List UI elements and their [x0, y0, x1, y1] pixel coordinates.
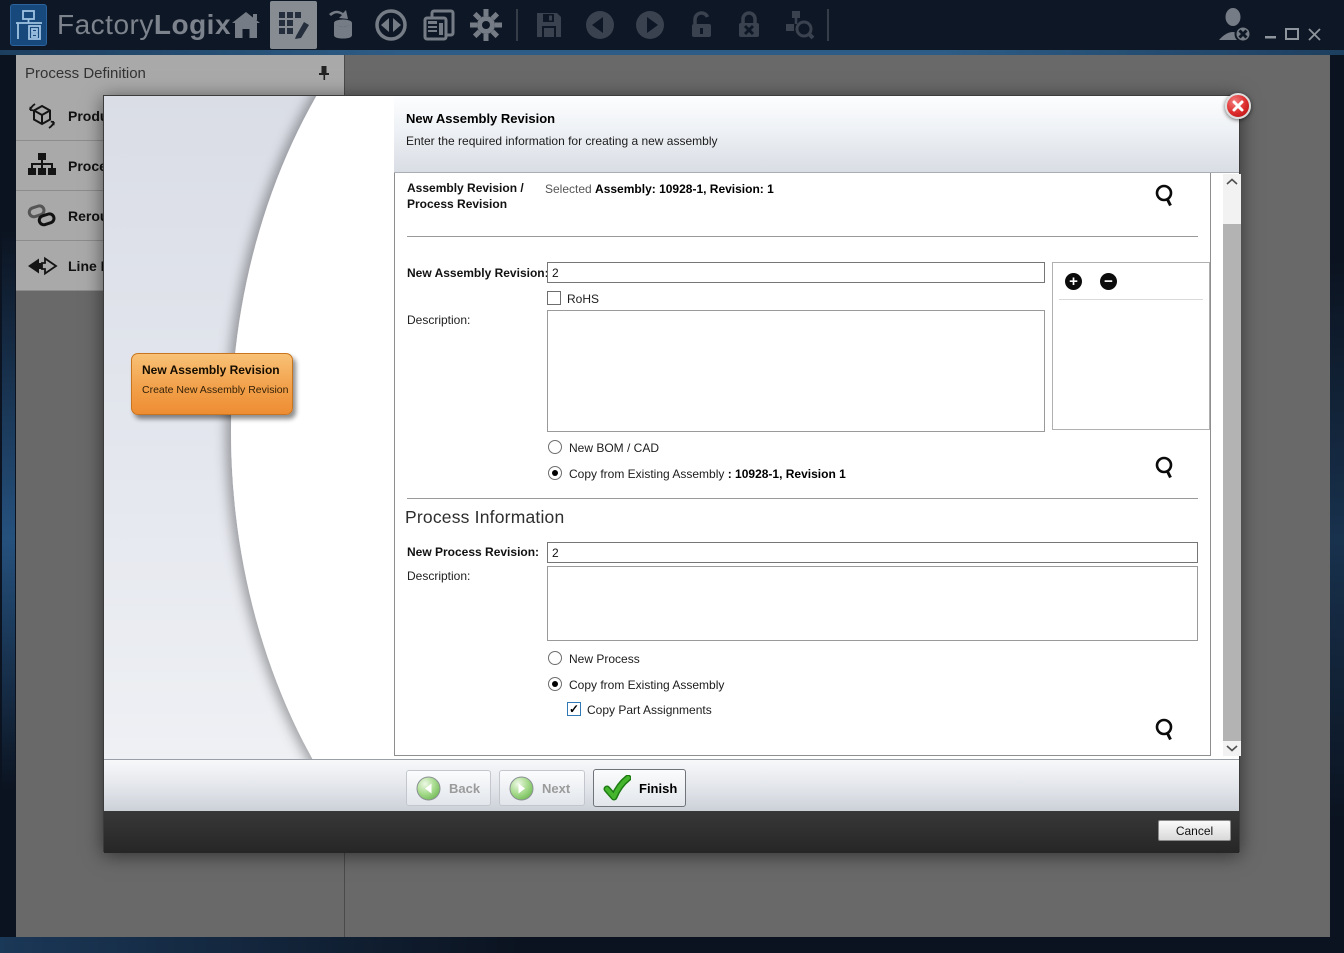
assembly-description-textarea[interactable] [547, 310, 1045, 432]
search-existing-assembly-icon[interactable] [1153, 455, 1179, 481]
toolbar-separator [516, 9, 518, 41]
audit-search-icon[interactable] [779, 8, 819, 42]
new-assembly-revision-input[interactable] [547, 262, 1045, 283]
selected-assembly-text: Selected Assembly: 10928-1, Revision: 1 [545, 182, 774, 196]
back-button-label: Back [449, 781, 480, 796]
new-process-label: New Process [569, 652, 640, 666]
copy-process-radio[interactable] [548, 677, 562, 691]
panel-title: Process Definition [25, 65, 146, 82]
description-label: Description: [407, 313, 470, 327]
finish-button-label: Finish [639, 781, 677, 796]
scroll-down-icon[interactable] [1226, 744, 1238, 752]
logoff-user-icon[interactable] [1212, 8, 1258, 42]
copy-value: : 10928-1, Revision 1 [728, 467, 846, 481]
close-x-icon [1232, 100, 1244, 112]
wizard-button-bar: Back Next Finish [104, 759, 1239, 811]
cancel-button-label: Cancel [1176, 824, 1213, 838]
process-description-textarea[interactable] [547, 566, 1198, 641]
copy-prefix: Copy from Existing Assembly [569, 467, 728, 481]
selected-prefix: Selected [545, 182, 595, 196]
window-edge-glow [2, 230, 15, 790]
dialog-form: Assembly Revision / Process Revision Sel… [394, 173, 1211, 756]
new-process-revision-label: New Process Revision: [407, 545, 539, 559]
close-window-button[interactable] [1305, 26, 1323, 42]
titlebar: FactoryLogix [0, 0, 1344, 50]
save-icon[interactable] [529, 8, 569, 42]
nav-transfer-icon[interactable] [371, 8, 411, 42]
curve-decoration [104, 96, 394, 759]
rohs-checkbox[interactable] [547, 291, 561, 305]
new-bom-cad-label: New BOM / CAD [569, 441, 659, 455]
assembly-revision-row-label-1: Assembly Revision / [407, 181, 524, 195]
dialog-footer: Cancel [104, 811, 1239, 853]
window-edge-glow [1330, 260, 1344, 820]
attachments-box: + − [1052, 262, 1210, 430]
copy-from-existing-assembly-radio[interactable] [548, 466, 562, 480]
new-process-revision-input[interactable] [547, 542, 1198, 563]
next-button-label: Next [542, 781, 570, 796]
workbench-icon [15, 9, 43, 41]
chain-link-icon [26, 200, 58, 232]
process-description-label: Description: [407, 569, 470, 583]
scroll-up-icon[interactable] [1226, 178, 1238, 186]
panel-header: Process Definition [16, 55, 344, 91]
divider [407, 236, 1198, 237]
nav-settings-gear-icon[interactable] [466, 8, 506, 42]
search-assembly-icon[interactable] [1153, 183, 1179, 209]
nav-material-icon[interactable] [322, 8, 362, 42]
dialog-close-button[interactable] [1225, 93, 1251, 119]
new-assembly-revision-dialog: New Assembly Revision Enter the required… [103, 95, 1240, 852]
next-button[interactable]: Next [499, 770, 585, 806]
toolbar-separator [827, 9, 829, 41]
minimize-button[interactable] [1262, 26, 1280, 42]
divider [407, 498, 1198, 499]
copy-process-label: Copy from Existing Assembly [569, 678, 724, 692]
product-icon [26, 100, 58, 132]
new-process-radio[interactable] [548, 651, 562, 665]
remove-icon[interactable]: − [1100, 273, 1117, 290]
nav-process-definition-icon[interactable] [273, 8, 313, 42]
wizard-step-subtitle: Create New Assembly Revision [142, 384, 292, 396]
copy-part-assignments-checkbox[interactable]: ✓ [567, 702, 581, 716]
copy-from-existing-assembly-label: Copy from Existing Assembly : 10928-1, R… [569, 467, 846, 481]
back-arrow-icon [416, 776, 441, 801]
search-process-icon[interactable] [1153, 717, 1179, 743]
lock-close-icon[interactable] [729, 8, 769, 42]
dialog-subtitle: Enter the required information for creat… [406, 134, 718, 148]
app-logo [10, 4, 47, 46]
process-information-heading: Process Information [405, 507, 564, 528]
window-edge-glow [0, 937, 520, 953]
assembly-revision-row-label-2: Process Revision [407, 197, 507, 211]
next-arrow-icon [509, 776, 534, 801]
maximize-button[interactable] [1283, 26, 1301, 42]
wizard-step-title: New Assembly Revision [142, 363, 292, 377]
wizard-side-pane: New Assembly Revision Create New Assembl… [104, 96, 394, 759]
form-scrollbar[interactable] [1223, 174, 1241, 756]
brand-factory: Factory [57, 9, 154, 41]
copy-part-assignments-label: Copy Part Assignments [587, 703, 712, 717]
undo-icon[interactable] [580, 8, 620, 42]
new-bom-cad-radio[interactable] [548, 440, 562, 454]
unlock-icon[interactable] [681, 8, 721, 42]
back-button[interactable]: Back [406, 770, 491, 806]
divider [1059, 299, 1203, 300]
selected-value: Assembly: 10928-1, Revision: 1 [595, 182, 774, 196]
new-assembly-revision-label: New Assembly Revision: [407, 266, 549, 280]
nav-reports-icon[interactable] [419, 8, 459, 42]
nav-home-icon[interactable] [226, 8, 266, 42]
redo-icon[interactable] [630, 8, 670, 42]
brand: FactoryLogix [57, 8, 231, 42]
finish-button[interactable]: Finish [593, 769, 686, 807]
pin-icon[interactable] [317, 65, 331, 86]
dialog-title: New Assembly Revision [406, 111, 555, 126]
double-arrow-icon [26, 250, 58, 282]
wizard-step-callout: New Assembly Revision Create New Assembl… [131, 353, 293, 415]
add-icon[interactable]: + [1065, 273, 1082, 290]
cancel-button[interactable]: Cancel [1158, 820, 1231, 841]
process-tree-icon [26, 150, 58, 182]
brand-logix: Logix [154, 9, 231, 41]
rohs-label: RoHS [567, 292, 599, 306]
finish-check-icon [603, 775, 631, 801]
